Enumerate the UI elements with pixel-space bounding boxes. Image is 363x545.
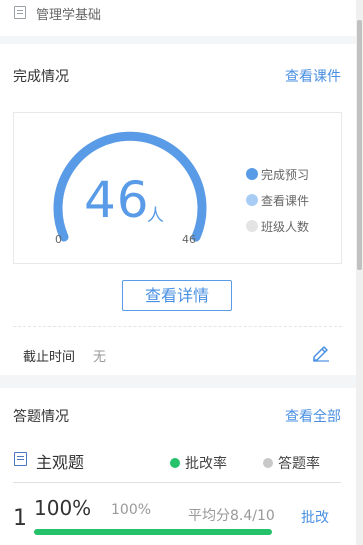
answers-card: 答题情况 查看全部 主观题 批改率 答题率 1 100% 100% 平均分8.4… <box>0 388 356 545</box>
grading-progress-bar <box>34 529 272 535</box>
view-details-button[interactable]: 查看详情 <box>122 280 232 311</box>
scrollbar[interactable] <box>356 0 363 545</box>
answers-title: 答题情况 <box>13 409 69 425</box>
legend-item-grading-rate: 批改率 <box>170 453 227 473</box>
gauge-max-label: 46 <box>182 233 196 246</box>
completion-card: 完成情况 查看课件 46 人 0 46 完成预习 查看课件 班级人数 查看详情 <box>0 44 356 375</box>
legend-item-class-size: 班级人数 <box>246 213 309 239</box>
legend-item-answer-rate: 答题率 <box>263 453 320 473</box>
count-unit: 人 <box>147 206 164 226</box>
legend-dot <box>170 458 180 468</box>
legend-dot <box>263 458 273 468</box>
course-name: 管理学基础 <box>36 8 102 23</box>
deadline-label: 截止时间 <box>23 350 76 365</box>
grading-rate-value: 100% <box>34 496 92 520</box>
question-number: 1 <box>13 506 27 531</box>
view-courseware-link[interactable]: 查看课件 <box>285 66 341 86</box>
answer-rate-value: 100% <box>111 502 152 518</box>
divider <box>13 326 342 327</box>
legend-label: 批改率 <box>185 456 227 472</box>
view-all-link[interactable]: 查看全部 <box>285 406 341 426</box>
gauge-legend: 完成预习 查看课件 班级人数 <box>246 161 309 239</box>
subjective-section-title: 主观题 <box>36 453 85 472</box>
completion-panel: 46 人 0 46 完成预习 查看课件 班级人数 <box>13 112 342 264</box>
deadline-value: 无 <box>93 350 107 365</box>
gauge-min-label: 0 <box>55 233 62 246</box>
legend-label: 答题率 <box>278 456 320 472</box>
document-icon <box>14 452 27 466</box>
legend-dot <box>246 194 258 206</box>
scrollbar-thumb[interactable] <box>357 20 362 270</box>
grading-progress-fill <box>34 529 272 535</box>
pencil-icon[interactable] <box>311 342 331 362</box>
legend-label: 班级人数 <box>261 219 310 234</box>
document-icon <box>14 6 26 19</box>
completion-title: 完成情况 <box>13 69 69 85</box>
legend-label: 完成预习 <box>261 167 310 182</box>
grade-button[interactable]: 批改 <box>301 507 329 527</box>
legend-dot <box>246 168 258 180</box>
legend-dot <box>246 220 258 232</box>
completed-count: 46 <box>84 171 150 229</box>
legend-label: 查看课件 <box>261 193 310 208</box>
divider <box>13 482 341 483</box>
legend-item-viewed-courseware: 查看课件 <box>246 187 309 213</box>
legend-item-preview-done: 完成预习 <box>246 161 309 187</box>
average-score: 平均分8.4/10 <box>188 508 275 524</box>
course-header: 管理学基础 <box>0 0 356 36</box>
